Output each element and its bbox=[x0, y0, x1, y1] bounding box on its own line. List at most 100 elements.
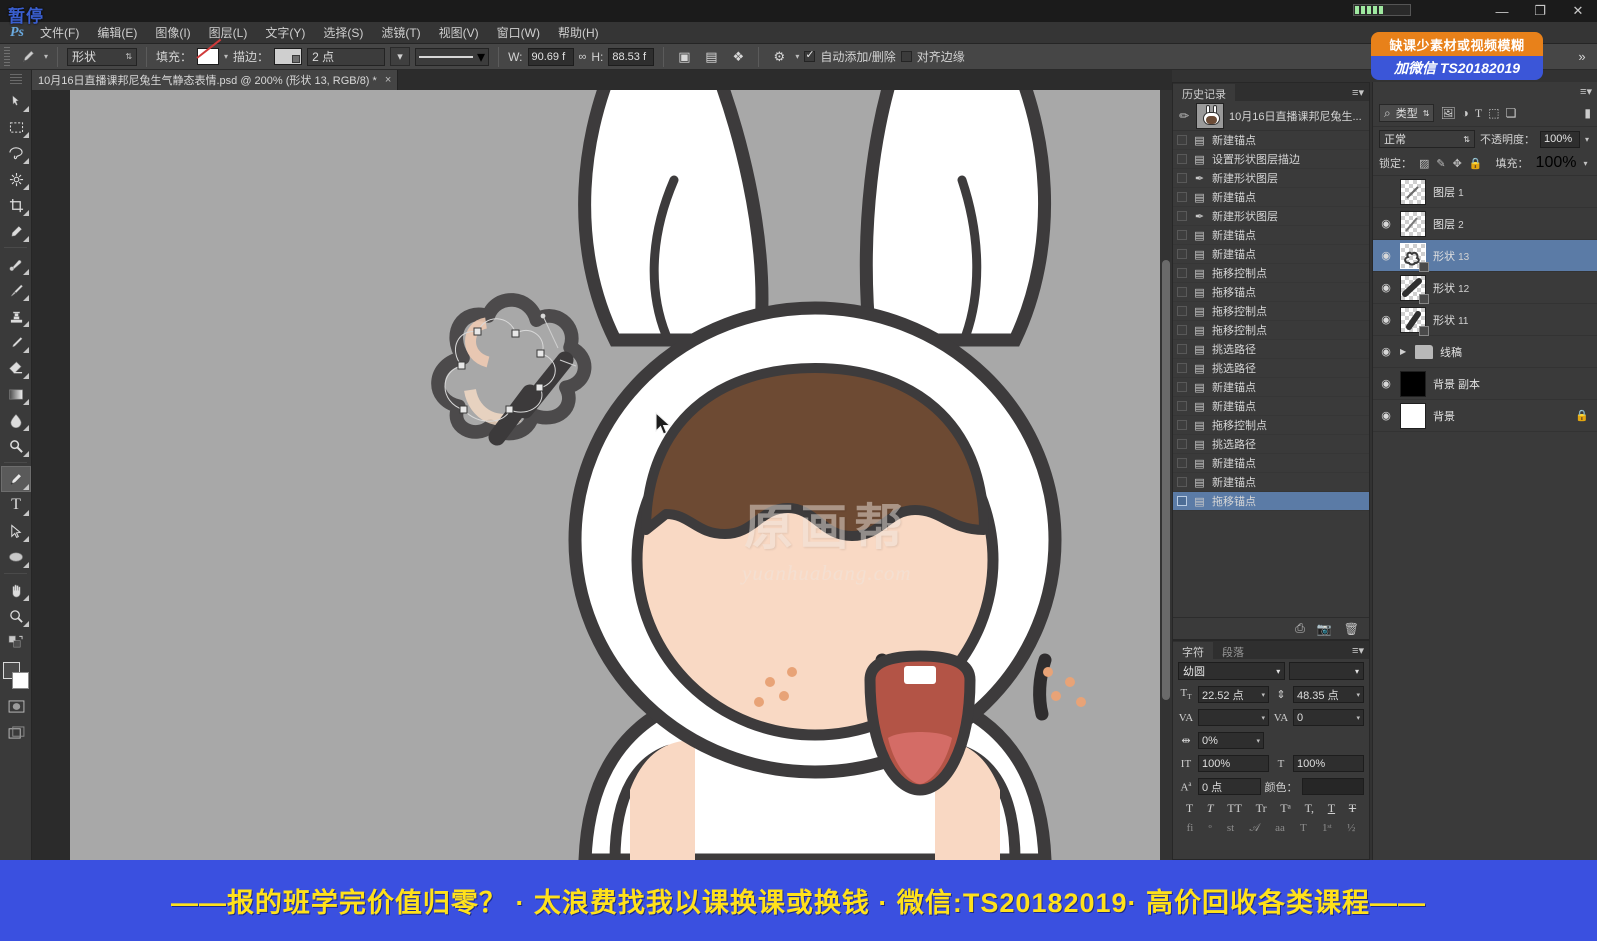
history-item[interactable]: ▤ 拖移锚点 bbox=[1173, 283, 1369, 302]
history-item[interactable]: ▤ 新建锚点 bbox=[1173, 226, 1369, 245]
history-source-box[interactable] bbox=[1177, 268, 1187, 278]
history-source-box[interactable] bbox=[1177, 344, 1187, 354]
gear-caret-icon[interactable]: ▾ bbox=[795, 52, 799, 61]
layer-row[interactable]: ◉ 背景 🔒 bbox=[1373, 400, 1597, 432]
eye-icon[interactable]: ◉ bbox=[1379, 345, 1393, 358]
history-item[interactable]: ▤ 挑选路径 bbox=[1173, 359, 1369, 378]
tab-history[interactable]: 历史记录 bbox=[1173, 84, 1235, 101]
history-brush-source-icon[interactable]: ✏ bbox=[1177, 109, 1191, 123]
type-tool[interactable]: T bbox=[1, 492, 31, 518]
layer-row[interactable]: ◉ 形状 12 bbox=[1373, 272, 1597, 304]
path-align-icon[interactable]: ▤ bbox=[700, 47, 722, 67]
height-input[interactable]: 88.53 f bbox=[608, 47, 655, 66]
type-filter-icon[interactable]: T bbox=[1475, 106, 1482, 121]
opacity-input[interactable]: 100% bbox=[1540, 130, 1580, 148]
quick-mask-mode-button[interactable] bbox=[1, 693, 31, 719]
font-style-select[interactable]: ▾ bbox=[1289, 662, 1364, 680]
history-source-box[interactable] bbox=[1177, 477, 1187, 487]
history-item[interactable]: ▤ 拖移控制点 bbox=[1173, 416, 1369, 435]
toolbox-grip[interactable] bbox=[9, 74, 22, 84]
history-item[interactable]: ▤ 新建锚点 bbox=[1173, 131, 1369, 150]
stroke-width-dropdown-button[interactable]: ▾ bbox=[390, 47, 411, 66]
eye-icon[interactable]: ◉ bbox=[1379, 217, 1393, 230]
history-item[interactable]: ▤ 拖移控制点 bbox=[1173, 321, 1369, 340]
quick-select-tool[interactable] bbox=[1, 166, 31, 192]
menu-item-select[interactable]: 选择(S) bbox=[314, 21, 372, 44]
small-caps-button[interactable]: Tr bbox=[1256, 801, 1267, 816]
history-item[interactable]: ▤ 拖移控制点 bbox=[1173, 264, 1369, 283]
menu-item-help[interactable]: 帮助(H) bbox=[549, 21, 608, 44]
history-source-box[interactable] bbox=[1177, 306, 1187, 316]
history-source-box[interactable] bbox=[1177, 496, 1187, 506]
strikethrough-button[interactable]: Ŧ bbox=[1349, 801, 1356, 816]
stylistic-alternates-button[interactable]: aa bbox=[1275, 822, 1285, 835]
default-colors-icon[interactable] bbox=[1, 629, 31, 655]
history-item[interactable]: ▤ 挑选路径 bbox=[1173, 435, 1369, 454]
filter-kind-select[interactable]: ⌕ 类型 ⇅ bbox=[1379, 104, 1435, 122]
minimize-button[interactable]: — bbox=[1483, 0, 1521, 22]
shape-tool[interactable] bbox=[1, 544, 31, 570]
brush-tool[interactable] bbox=[1, 277, 31, 303]
eye-icon[interactable]: ◉ bbox=[1379, 281, 1393, 294]
width-input[interactable]: 90.69 f bbox=[527, 47, 574, 66]
history-item[interactable]: ▤ 新建锚点 bbox=[1173, 245, 1369, 264]
menu-item-filter[interactable]: 滤镜(T) bbox=[372, 21, 429, 44]
scrollbar-thumb[interactable] bbox=[1162, 260, 1170, 700]
tool-mode-select[interactable]: 形状 ⇅ bbox=[67, 47, 138, 66]
restore-button[interactable]: ❐ bbox=[1521, 0, 1559, 22]
align-edges-checkbox[interactable] bbox=[900, 51, 912, 62]
hscale-input[interactable]: 100% bbox=[1198, 755, 1269, 772]
eyedropper-tool[interactable] bbox=[1, 218, 31, 244]
history-source-box[interactable] bbox=[1177, 287, 1187, 297]
standard-ligatures-button[interactable]: fi bbox=[1187, 822, 1194, 835]
titling-alternates-button[interactable]: T bbox=[1300, 822, 1307, 835]
history-source-box[interactable] bbox=[1177, 325, 1187, 335]
blur-tool[interactable] bbox=[1, 407, 31, 433]
history-source-box[interactable] bbox=[1177, 249, 1187, 259]
all-caps-button[interactable]: TT bbox=[1227, 801, 1242, 816]
layer-row-selected[interactable]: ◉ 形状 13 bbox=[1373, 240, 1597, 272]
history-source-box[interactable] bbox=[1177, 230, 1187, 240]
history-item[interactable]: ▤ 新建锚点 bbox=[1173, 188, 1369, 207]
tool-preset-caret-icon[interactable]: ▾ bbox=[44, 52, 48, 61]
eye-icon[interactable]: ◉ bbox=[1379, 313, 1393, 326]
kerning-input[interactable]: ▾ bbox=[1198, 709, 1269, 726]
menu-item-edit[interactable]: 编辑(E) bbox=[88, 21, 146, 44]
lock-transparent-icon[interactable]: ▨ bbox=[1419, 157, 1429, 170]
lasso-tool[interactable] bbox=[1, 140, 31, 166]
path-operations-icon[interactable]: ▣ bbox=[673, 47, 695, 67]
camera-icon[interactable]: 📷 bbox=[1317, 622, 1332, 636]
zoom-tool[interactable] bbox=[1, 603, 31, 629]
shape-filter-icon[interactable]: ⬚ bbox=[1488, 106, 1499, 120]
blend-mode-select[interactable]: 正常 ⇅ bbox=[1379, 130, 1475, 148]
layer-list[interactable]: ◉ 图层 1 ◉ 图层 2 ◉ bbox=[1373, 176, 1597, 432]
tab-character[interactable]: 字符 bbox=[1173, 642, 1213, 659]
panel-menu-icon[interactable]: ≡▾ bbox=[1352, 644, 1369, 659]
font-size-input[interactable]: 22.52 点 ▾ bbox=[1198, 686, 1269, 703]
menu-item-window[interactable]: 窗口(W) bbox=[488, 21, 549, 44]
history-brush-tool[interactable] bbox=[1, 329, 31, 355]
gear-icon[interactable]: ⚙ bbox=[768, 47, 790, 67]
lock-image-icon[interactable]: ✎ bbox=[1436, 157, 1445, 170]
menu-item-type[interactable]: 文字(Y) bbox=[256, 21, 314, 44]
history-item[interactable]: ✒ 新建形状图层 bbox=[1173, 207, 1369, 226]
canvas-area[interactable]: 原画帮 yuanhuabang.com bbox=[32, 90, 1172, 860]
history-item[interactable]: ▤ 挑选路径 bbox=[1173, 340, 1369, 359]
history-source-box[interactable] bbox=[1177, 401, 1187, 411]
text-color-swatch[interactable] bbox=[1301, 778, 1364, 795]
filter-toggle-icon[interactable]: ▮ bbox=[1584, 106, 1591, 120]
eye-icon[interactable]: ◉ bbox=[1379, 377, 1393, 390]
layer-row[interactable]: ◉ 背景 副本 bbox=[1373, 368, 1597, 400]
fill-input[interactable]: 100% bbox=[1536, 154, 1577, 172]
stroke-style-select[interactable]: ▾ bbox=[415, 47, 490, 66]
fill-caret-icon[interactable]: ▾ bbox=[1583, 159, 1587, 168]
screen-mode-button[interactable] bbox=[1, 719, 31, 745]
panel-menu-icon[interactable]: ≡▾ bbox=[1580, 85, 1597, 100]
history-list[interactable]: ▤ 新建锚点 ▤ 设置形状图层描边 ✒ 新建形状图层 ▤ 新建锚点 ✒ 新建形状图层 ▤ 新… bbox=[1173, 131, 1369, 596]
layer-row[interactable]: ◉ 图层 2 bbox=[1373, 208, 1597, 240]
close-button[interactable]: ✕ bbox=[1559, 0, 1597, 22]
pen-tool[interactable] bbox=[1, 466, 31, 492]
path-arrange-icon[interactable]: ❖ bbox=[727, 47, 749, 67]
layer-group-row[interactable]: ◉ ▶ 线稿 bbox=[1373, 336, 1597, 368]
new-snapshot-icon[interactable]: ⎙ bbox=[1295, 621, 1305, 636]
